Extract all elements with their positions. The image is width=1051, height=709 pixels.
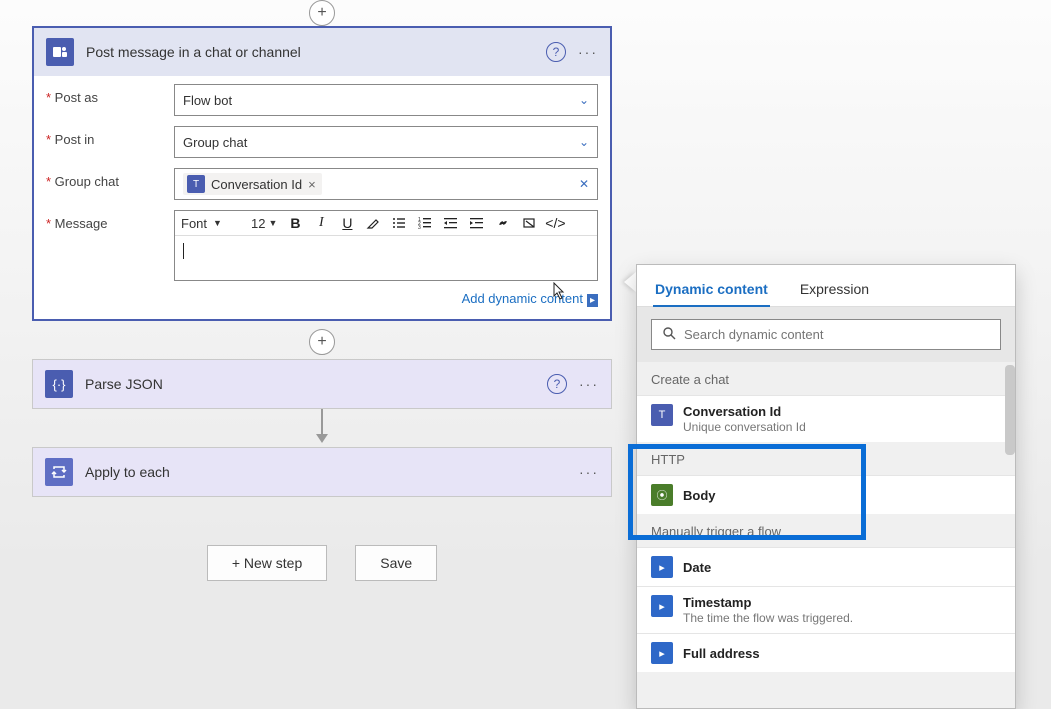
dynamic-content-panel: Dynamic content Expression Create a chat…	[636, 264, 1016, 709]
card-title: Post message in a chat or channel	[86, 44, 546, 60]
search-icon	[662, 326, 676, 343]
tab-expression[interactable]: Expression	[798, 273, 871, 306]
bold-button[interactable]: B	[287, 215, 303, 231]
json-icon: {·}	[45, 370, 73, 398]
teams-icon: T	[651, 404, 673, 426]
bullet-list-button[interactable]	[391, 216, 407, 230]
flow-icon: ▸	[651, 595, 673, 617]
action-card-post-message: Post message in a chat or channel ? ··· …	[32, 26, 612, 321]
post-in-dropdown[interactable]: Group chat ⌄	[174, 126, 598, 158]
tab-dynamic-content[interactable]: Dynamic content	[653, 273, 770, 307]
dc-item-desc: Unique conversation Id	[683, 420, 1001, 434]
help-icon[interactable]: ?	[546, 42, 566, 62]
dc-group-header: Create a chat	[637, 362, 1015, 395]
card-menu-button[interactable]: ···	[579, 376, 599, 392]
flow-icon: ▸	[651, 556, 673, 578]
dc-item-body[interactable]: ⦿ Body	[637, 475, 1015, 514]
add-dynamic-content-link[interactable]: Add dynamic content▸	[462, 291, 598, 306]
dc-item-label: Date	[683, 560, 1001, 575]
card-menu-button[interactable]: ···	[579, 464, 599, 480]
token-remove-icon[interactable]: ×	[308, 177, 316, 192]
clear-format-button[interactable]	[521, 216, 537, 230]
connector-arrow	[316, 434, 328, 443]
search-input[interactable]	[684, 327, 990, 342]
new-step-button[interactable]: + New step	[207, 545, 327, 581]
chevron-down-icon: ⌄	[579, 135, 589, 149]
chevron-down-icon: ⌄	[579, 93, 589, 107]
code-view-button[interactable]: </>	[547, 215, 563, 231]
dc-item-desc: The time the flow was triggered.	[683, 611, 1001, 625]
action-card-apply-to-each: Apply to each ···	[32, 447, 612, 497]
post-as-dropdown[interactable]: Flow bot ⌄	[174, 84, 598, 116]
italic-button[interactable]: I	[313, 215, 329, 231]
svg-text:3: 3	[418, 225, 421, 230]
label-post-in: Post in	[46, 126, 174, 147]
group-chat-field[interactable]: T Conversation Id × ✕	[174, 168, 598, 200]
underline-button[interactable]: U	[339, 215, 355, 231]
save-button[interactable]: Save	[355, 545, 437, 581]
insert-step-button-top[interactable]: +	[309, 0, 335, 26]
highlight-button[interactable]	[365, 216, 381, 230]
rich-toolbar: Font ▼ 12▼ B I U 123	[175, 211, 597, 236]
teams-icon	[46, 38, 74, 66]
action-card-parse-json: {·} Parse JSON ? ···	[32, 359, 612, 409]
teams-icon: T	[187, 175, 205, 193]
dc-item-label: Timestamp	[683, 595, 1001, 610]
token-label: Conversation Id	[211, 177, 302, 192]
flow-icon: ▸	[651, 642, 673, 664]
label-message: Message	[46, 210, 174, 231]
http-icon: ⦿	[651, 484, 673, 506]
font-dropdown[interactable]: Font ▼	[181, 216, 241, 231]
post-in-value: Group chat	[183, 135, 579, 150]
card-title: Parse JSON	[85, 376, 547, 392]
dc-group-header: Manually trigger a flow	[637, 514, 1015, 547]
label-post-as: Post as	[46, 84, 174, 105]
link-button[interactable]	[495, 216, 511, 230]
insert-step-button-mid[interactable]: +	[309, 329, 335, 355]
numbered-list-button[interactable]: 123	[417, 216, 433, 230]
indent-button[interactable]	[469, 216, 485, 230]
token-conversation-id[interactable]: T Conversation Id ×	[183, 173, 322, 195]
outdent-button[interactable]	[443, 216, 459, 230]
dc-item-full-address[interactable]: ▸ Full address	[637, 633, 1015, 672]
clear-icon[interactable]: ✕	[579, 177, 589, 191]
card-header[interactable]: Apply to each ···	[33, 448, 611, 496]
card-header[interactable]: Post message in a chat or channel ? ···	[34, 28, 610, 76]
dc-item-label: Conversation Id	[683, 404, 1001, 419]
card-header[interactable]: {·} Parse JSON ? ···	[33, 360, 611, 408]
search-dynamic-content[interactable]	[651, 319, 1001, 350]
connector-line	[321, 409, 323, 435]
post-as-value: Flow bot	[183, 93, 579, 108]
message-richtext: Font ▼ 12▼ B I U 123	[174, 210, 598, 281]
card-menu-button[interactable]: ···	[578, 44, 598, 60]
dc-group-header: HTTP	[637, 442, 1015, 475]
scrollbar-thumb[interactable]	[1005, 365, 1015, 455]
callout-arrow	[624, 272, 636, 292]
message-editor[interactable]	[175, 236, 597, 280]
dc-item-label: Body	[683, 488, 1001, 503]
dc-item-timestamp[interactable]: ▸ Timestamp The time the flow was trigge…	[637, 586, 1015, 633]
label-group-chat: Group chat	[46, 168, 174, 189]
help-icon[interactable]: ?	[547, 374, 567, 394]
dynamic-content-list[interactable]: Create a chat T Conversation Id Unique c…	[637, 362, 1015, 708]
card-title: Apply to each	[85, 464, 579, 480]
dc-item-label: Full address	[683, 646, 1001, 661]
dc-item-conversation-id[interactable]: T Conversation Id Unique conversation Id	[637, 395, 1015, 442]
font-size-dropdown[interactable]: 12▼	[251, 216, 277, 231]
loop-icon	[45, 458, 73, 486]
dc-item-date[interactable]: ▸ Date	[637, 547, 1015, 586]
